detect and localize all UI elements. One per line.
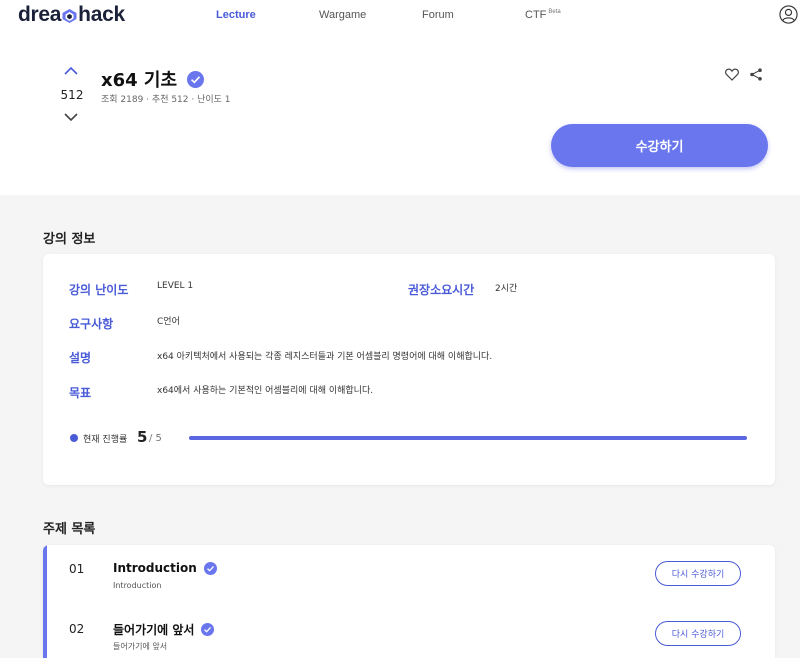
topic-subtitle: 들어가기에 앞서 [113,642,168,651]
topic-number: 01 [69,562,85,576]
topic-number: 02 [69,622,85,636]
progress-done: 5 [137,428,148,446]
progress-total: / 5 [149,433,162,444]
nav-wargame[interactable]: Wargame [319,9,366,21]
topic-list: 01 Introduction Introduction 다시 수강하기 02 … [43,545,775,658]
difficulty-value: LEVEL 1 [157,281,194,291]
progress-label: 현재 진행률 [83,435,128,445]
enroll-button[interactable]: 수강하기 [551,124,768,167]
logo-text-left: drea [18,3,62,26]
progress-bar [189,436,747,440]
retake-button[interactable]: 다시 수강하기 [655,621,741,646]
goal-label: 목표 [69,386,92,400]
info-section-title: 강의 정보 [43,232,96,247]
topic-title-text: Introduction [113,561,197,575]
heart-icon[interactable] [725,68,739,81]
nav-lecture[interactable]: Lecture [216,9,256,21]
requirements-value: C언어 [157,317,180,327]
topic-row[interactable]: 01 Introduction Introduction 다시 수강하기 [43,545,775,605]
time-value: 2시간 [495,284,518,294]
verified-check-icon [187,70,205,88]
progress-dot [70,434,78,442]
description-value: x64 아키텍처에서 사용되는 각종 레지스터들과 기본 어셈블리 명령어에 대… [157,352,493,362]
nav-forum[interactable]: Forum [422,9,454,21]
retake-button[interactable]: 다시 수강하기 [655,561,741,586]
course-title: x64 기초 [101,66,205,92]
topic-row[interactable]: 02 들어가기에 앞서 들어가기에 앞서 다시 수강하기 [43,605,775,658]
logo-text-right: hack [78,3,125,26]
top-nav: drea hack Lecture Wargame Forum CTF Beta [0,0,800,32]
progress-bar-fill [189,436,747,440]
topic-title-text: 들어가기에 앞서 [113,623,195,637]
course-meta: 조회 2189 · 추천 512 · 난이도 1 [101,95,231,105]
course-header: 512 x64 기초 조회 2189 · 추천 512 · 난이도 1 수강하기 [0,32,800,195]
description-label: 설명 [69,351,92,365]
info-card: 강의 난이도 LEVEL 1 권장소요시간 2시간 요구사항 C언어 설명 x6… [43,254,775,485]
time-label: 권장소요시간 [408,283,475,297]
completed-check-icon [201,623,215,636]
ctf-beta-badge: Beta [548,9,561,16]
topic-subtitle: Introduction [113,581,162,590]
share-icon[interactable] [750,68,762,81]
downvote-icon[interactable] [64,112,78,122]
profile-icon[interactable] [779,5,798,24]
course-title-text: x64 기초 [101,70,178,91]
nav-ctf[interactable]: CTF Beta [525,9,561,21]
topic-title: Introduction [113,561,217,575]
topic-title: 들어가기에 앞서 [113,621,215,638]
goal-value: x64에서 사용하는 기본적인 어셈블리에 대해 이해합니다. [157,386,374,396]
topics-section-title: 주제 목록 [43,522,96,537]
dreamhack-logo[interactable]: drea hack [18,3,125,27]
difficulty-label: 강의 난이도 [69,283,129,297]
upvote-icon[interactable] [64,66,78,76]
logo-mark-icon [62,9,77,23]
nav-ctf-label: CTF [525,9,547,21]
vote-count: 512 [60,88,84,102]
requirements-label: 요구사항 [69,317,114,331]
completed-check-icon [203,561,217,575]
